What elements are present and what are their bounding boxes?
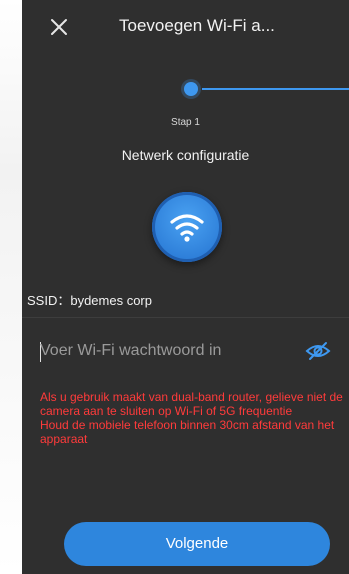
step-label: Stap 1: [171, 117, 200, 128]
header-bar: Toevoegen Wi-Fi a...: [22, 0, 349, 54]
page-title: Toevoegen Wi-Fi a...: [119, 16, 275, 35]
close-icon: [51, 19, 67, 35]
wifi-icon: [170, 214, 204, 242]
warning-distance: Houd de mobiele telefoon binnen 30cm afs…: [40, 418, 335, 446]
add-wifi-screen: Toevoegen Wi-Fi a... Stap 1 Netwerk conf…: [22, 0, 349, 574]
warning-messages: Als u gebruik maakt van dual-band router…: [40, 390, 345, 446]
divider: [22, 317, 349, 318]
next-button[interactable]: Volgende: [64, 522, 330, 566]
step-progress-line: [202, 88, 349, 90]
step-indicator-active: [184, 82, 198, 96]
background-strip: [0, 0, 22, 574]
step-name: Netwerk configuratie: [121, 147, 250, 163]
password-field-row: [40, 338, 340, 364]
close-button[interactable]: [46, 14, 72, 40]
wifi-password-input[interactable]: [40, 338, 300, 364]
eye-off-icon: [305, 342, 331, 360]
warning-dual-band: Als u gebruik maakt van dual-band router…: [40, 390, 343, 418]
ssid-label: SSID：bydemes corp: [27, 293, 152, 308]
stepper: [22, 80, 349, 100]
toggle-password-visibility-button[interactable]: [305, 340, 331, 362]
wifi-badge: [152, 192, 222, 262]
